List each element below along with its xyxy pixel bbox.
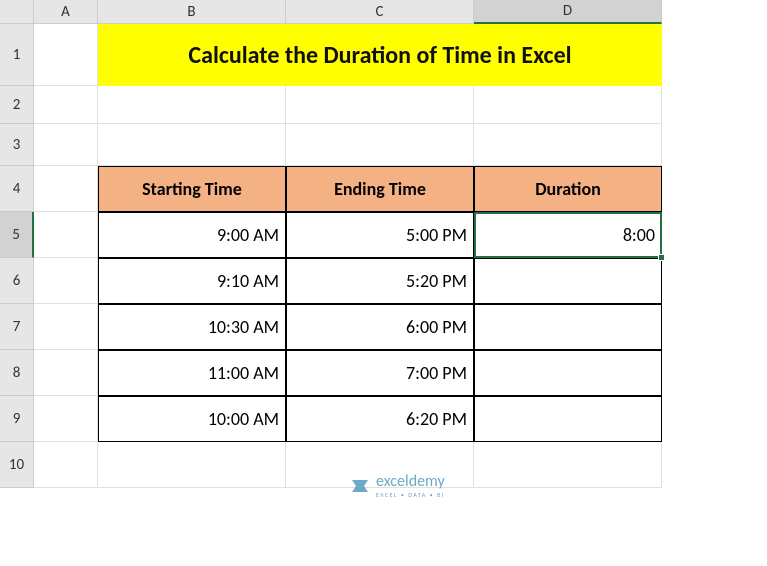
cell-D10[interactable] (474, 442, 662, 488)
cell-C3[interactable] (286, 124, 474, 166)
row-header-4[interactable]: 4 (0, 166, 34, 212)
header-starting-time[interactable]: Starting Time (98, 166, 286, 212)
cell-A9[interactable] (34, 396, 98, 442)
cell-C2[interactable] (286, 86, 474, 124)
cell-C7[interactable]: 6:00 PM (286, 304, 474, 350)
cell-A4[interactable] (34, 166, 98, 212)
cell-A2[interactable] (34, 86, 98, 124)
column-headers: A B C D (34, 0, 662, 24)
row-header-5[interactable]: 5 (0, 212, 34, 258)
title-cell[interactable]: Calculate the Duration of Time in Excel (98, 24, 662, 86)
cell-B5[interactable]: 9:00 AM (98, 212, 286, 258)
cell-A10[interactable] (34, 442, 98, 488)
cell-A1[interactable] (34, 24, 98, 86)
row-header-3[interactable]: 3 (0, 124, 34, 166)
row-header-8[interactable]: 8 (0, 350, 34, 396)
row-header-6[interactable]: 6 (0, 258, 34, 304)
cell-B6[interactable]: 9:10 AM (98, 258, 286, 304)
cell-A5[interactable] (34, 212, 98, 258)
row-header-1[interactable]: 1 (0, 24, 34, 86)
cell-C8[interactable]: 7:00 PM (286, 350, 474, 396)
fill-handle[interactable] (658, 254, 665, 261)
col-header-B[interactable]: B (98, 0, 286, 24)
col-header-A[interactable]: A (34, 0, 98, 24)
watermark-text: exceldemy EXCEL • DATA • BI (376, 472, 445, 499)
cell-D9[interactable] (474, 396, 662, 442)
cell-C6[interactable]: 5:20 PM (286, 258, 474, 304)
col-header-D[interactable]: D (474, 0, 662, 24)
cell-D5[interactable]: 8:00 (474, 212, 662, 258)
cell-B3[interactable] (98, 124, 286, 166)
header-ending-time[interactable]: Ending Time (286, 166, 474, 212)
cell-D7[interactable] (474, 304, 662, 350)
row-header-10[interactable]: 10 (0, 442, 34, 488)
row-headers: 1 2 3 4 5 6 7 8 9 10 (0, 24, 34, 488)
watermark-logo-icon (350, 476, 370, 496)
row-header-2[interactable]: 2 (0, 86, 34, 124)
cell-A3[interactable] (34, 124, 98, 166)
header-duration[interactable]: Duration (474, 166, 662, 212)
cell-B10[interactable] (98, 442, 286, 488)
cell-C9[interactable]: 6:20 PM (286, 396, 474, 442)
cell-D3[interactable] (474, 124, 662, 166)
cell-A8[interactable] (34, 350, 98, 396)
row-header-9[interactable]: 9 (0, 396, 34, 442)
select-all-corner[interactable] (0, 0, 34, 24)
cell-C5[interactable]: 5:00 PM (286, 212, 474, 258)
col-header-C[interactable]: C (286, 0, 474, 24)
row-header-7[interactable]: 7 (0, 304, 34, 350)
cell-D6[interactable] (474, 258, 662, 304)
cell-B2[interactable] (98, 86, 286, 124)
sheet-area: Calculate the Duration of Time in Excel … (34, 24, 662, 488)
watermark-tagline: EXCEL • DATA • BI (376, 491, 445, 499)
watermark: exceldemy EXCEL • DATA • BI (350, 472, 445, 499)
cell-B7[interactable]: 10:30 AM (98, 304, 286, 350)
cell-D8[interactable] (474, 350, 662, 396)
cell-A7[interactable] (34, 304, 98, 350)
cell-B9[interactable]: 10:00 AM (98, 396, 286, 442)
watermark-name: exceldemy (376, 472, 445, 491)
cell-B8[interactable]: 11:00 AM (98, 350, 286, 396)
cell-D2[interactable] (474, 86, 662, 124)
cell-A6[interactable] (34, 258, 98, 304)
